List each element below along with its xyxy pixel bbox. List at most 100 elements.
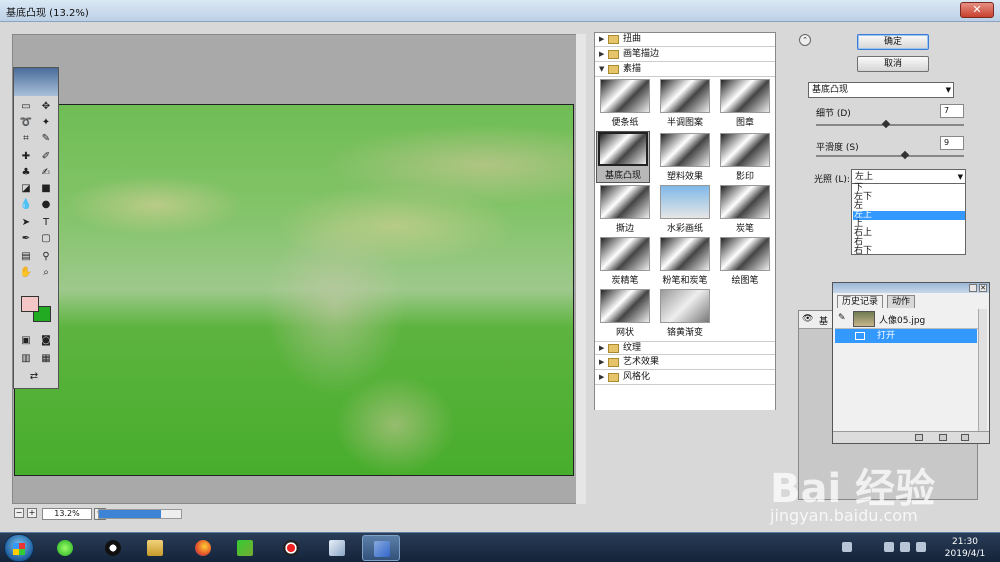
zoom-in-button[interactable]: + [27, 508, 37, 518]
ok-button[interactable]: 确定 [857, 34, 929, 50]
tab-history[interactable]: 历史记录 [837, 295, 884, 308]
close-icon[interactable]: ✕ [979, 284, 987, 292]
category-distort[interactable]: ▶ 扭曲 [595, 33, 775, 47]
quick-mask-icon[interactable]: ◙ [38, 334, 54, 348]
zoom-out-button[interactable]: − [14, 508, 24, 518]
blur-tool-icon[interactable]: 💧 [18, 198, 34, 212]
taskbar-app[interactable] [226, 535, 264, 561]
brush-source-icon[interactable]: ✎ [838, 313, 846, 323]
pen-tool-icon[interactable]: ✒ [18, 232, 34, 246]
smoothness-input[interactable]: 9 [940, 136, 964, 150]
standard-mode-icon[interactable]: ▣ [18, 334, 34, 348]
light-option[interactable]: 右下 [853, 247, 965, 256]
slice-tool-icon[interactable]: ✎ [38, 132, 54, 146]
eraser-tool-icon[interactable]: ◪ [18, 182, 34, 196]
filter-thumbnail[interactable]: 炭精笔 [598, 237, 652, 287]
volume-icon[interactable] [916, 542, 926, 552]
thumbnail-image [720, 133, 770, 167]
category-stylize[interactable]: ▶ 风格化 [595, 371, 775, 385]
dodge-tool-icon[interactable]: ● [38, 198, 54, 212]
filter-thumbnail[interactable]: 塑料效果 [658, 133, 712, 183]
history-step-selected[interactable]: 打开 [835, 329, 977, 343]
taskbar-app[interactable] [318, 535, 356, 561]
flag-icon[interactable] [900, 542, 910, 552]
detail-input[interactable]: 7 [940, 104, 964, 118]
filter-thumbnail[interactable]: 图章 [718, 79, 772, 129]
foreground-color-swatch[interactable] [21, 296, 39, 312]
trash-icon[interactable] [961, 434, 969, 441]
history-brush-icon[interactable]: ✍ [38, 166, 54, 180]
zoom-tool-icon[interactable]: ⌕ [38, 266, 54, 280]
taskbar-app[interactable] [136, 535, 174, 561]
taskbar-app[interactable] [184, 535, 222, 561]
filter-thumbnail[interactable]: 炭笔 [718, 185, 772, 235]
category-sketch[interactable]: ▼ 素描 [595, 63, 775, 77]
filter-gallery-dialog: − + 13.2% ▼ ▭ ✥ ➰ ✦ ⌗ ✎ ✚ ✐ ♣ ✍ ◪ ■ 💧 ● … [0, 22, 1000, 532]
category-brush-strokes[interactable]: ▶ 画笔描边 [595, 48, 775, 62]
clock-time: 21:30 [952, 537, 978, 547]
eyedropper-icon[interactable]: ⚲ [38, 250, 54, 264]
jump-to-imageready-icon[interactable]: ⇄ [26, 370, 42, 384]
light-option-selected[interactable]: 左上 [853, 211, 965, 220]
shape-tool-icon[interactable]: ▢ [38, 232, 54, 246]
clock[interactable]: 21:30 2019/4/1 [935, 536, 995, 560]
taskbar-app-active[interactable] [362, 535, 400, 561]
filter-thumbnail-selected[interactable]: 基底凸现 [596, 131, 650, 183]
start-button[interactable] [4, 534, 34, 562]
stamp-tool-icon[interactable]: ♣ [18, 166, 34, 180]
lasso-tool-icon[interactable]: ➰ [18, 116, 34, 130]
light-option[interactable]: 左下 [853, 193, 965, 202]
category-texture[interactable]: ▶ 纹理 [595, 341, 775, 355]
filter-thumbnail[interactable]: 绘图笔 [718, 237, 772, 287]
filter-thumbnail[interactable]: 撕边 [598, 185, 652, 235]
screen-mode-icon[interactable]: ▥ [18, 352, 34, 366]
snapshot-camera-icon[interactable] [939, 434, 947, 441]
smoothness-slider[interactable] [816, 155, 964, 157]
light-option[interactable]: 右上 [853, 229, 965, 238]
path-select-icon[interactable]: ➤ [18, 216, 34, 230]
filter-select[interactable]: 基底凸现 ▼ [808, 82, 954, 98]
collapse-gallery-icon[interactable]: ⌃ [799, 34, 811, 46]
new-document-from-state-icon[interactable] [915, 434, 923, 441]
filter-thumbnail[interactable]: 半调图案 [658, 79, 712, 129]
category-artistic[interactable]: ▶ 艺术效果 [595, 356, 775, 370]
cancel-button[interactable]: 取消 [857, 56, 929, 72]
tab-actions[interactable]: 动作 [887, 295, 916, 308]
brush-tool-icon[interactable]: ✐ [38, 150, 54, 164]
notes-tool-icon[interactable]: ▤ [18, 250, 34, 264]
healing-brush-icon[interactable]: ✚ [18, 150, 34, 164]
magic-wand-icon[interactable]: ✦ [38, 116, 54, 130]
eye-icon[interactable]: 👁 [802, 314, 814, 326]
taskbar-app[interactable] [46, 535, 84, 561]
history-snapshot[interactable]: ✎ 人像05.jpg [835, 309, 987, 329]
filter-thumbnail[interactable]: 影印 [718, 133, 772, 183]
window-title: 基底凸现 (13.2%) [6, 8, 89, 19]
hand-tool-icon[interactable]: ✋ [18, 266, 34, 280]
type-tool-icon[interactable]: T [38, 216, 54, 230]
history-panel-titlebar[interactable]: ✕ [833, 283, 989, 293]
fullscreen-mode-icon[interactable]: ▦ [38, 352, 54, 366]
preview-scrollbar[interactable] [576, 34, 586, 504]
history-scrollbar[interactable] [978, 309, 987, 433]
taskbar-app[interactable] [272, 535, 310, 561]
zoom-value[interactable]: 13.2% [42, 508, 92, 520]
filter-thumbnail[interactable]: 便条纸 [598, 79, 652, 129]
minimize-icon[interactable] [969, 284, 977, 292]
filter-thumbnail[interactable]: 水彩画纸 [658, 185, 712, 235]
move-tool-icon[interactable]: ✥ [38, 100, 54, 114]
expand-arrow-icon: ▶ [599, 373, 605, 381]
taskbar-app[interactable] [94, 535, 132, 561]
filter-thumbnail[interactable]: 网状 [598, 289, 652, 339]
crop-tool-icon[interactable]: ⌗ [18, 132, 34, 146]
close-button[interactable]: ✕ [960, 2, 994, 18]
filter-thumbnail[interactable]: 铬黄渐变 [658, 289, 712, 339]
filter-thumbnail[interactable]: 粉笔和炭笔 [658, 237, 712, 287]
detail-slider[interactable] [816, 124, 964, 126]
detail-slider-handle[interactable] [881, 119, 890, 129]
keyboard-icon[interactable] [842, 542, 852, 552]
smoothness-slider-handle[interactable] [900, 150, 910, 160]
thumbnail-image [600, 237, 650, 271]
device-icon[interactable] [884, 542, 894, 552]
gradient-tool-icon[interactable]: ■ [38, 182, 54, 196]
marquee-tool-icon[interactable]: ▭ [18, 100, 34, 114]
